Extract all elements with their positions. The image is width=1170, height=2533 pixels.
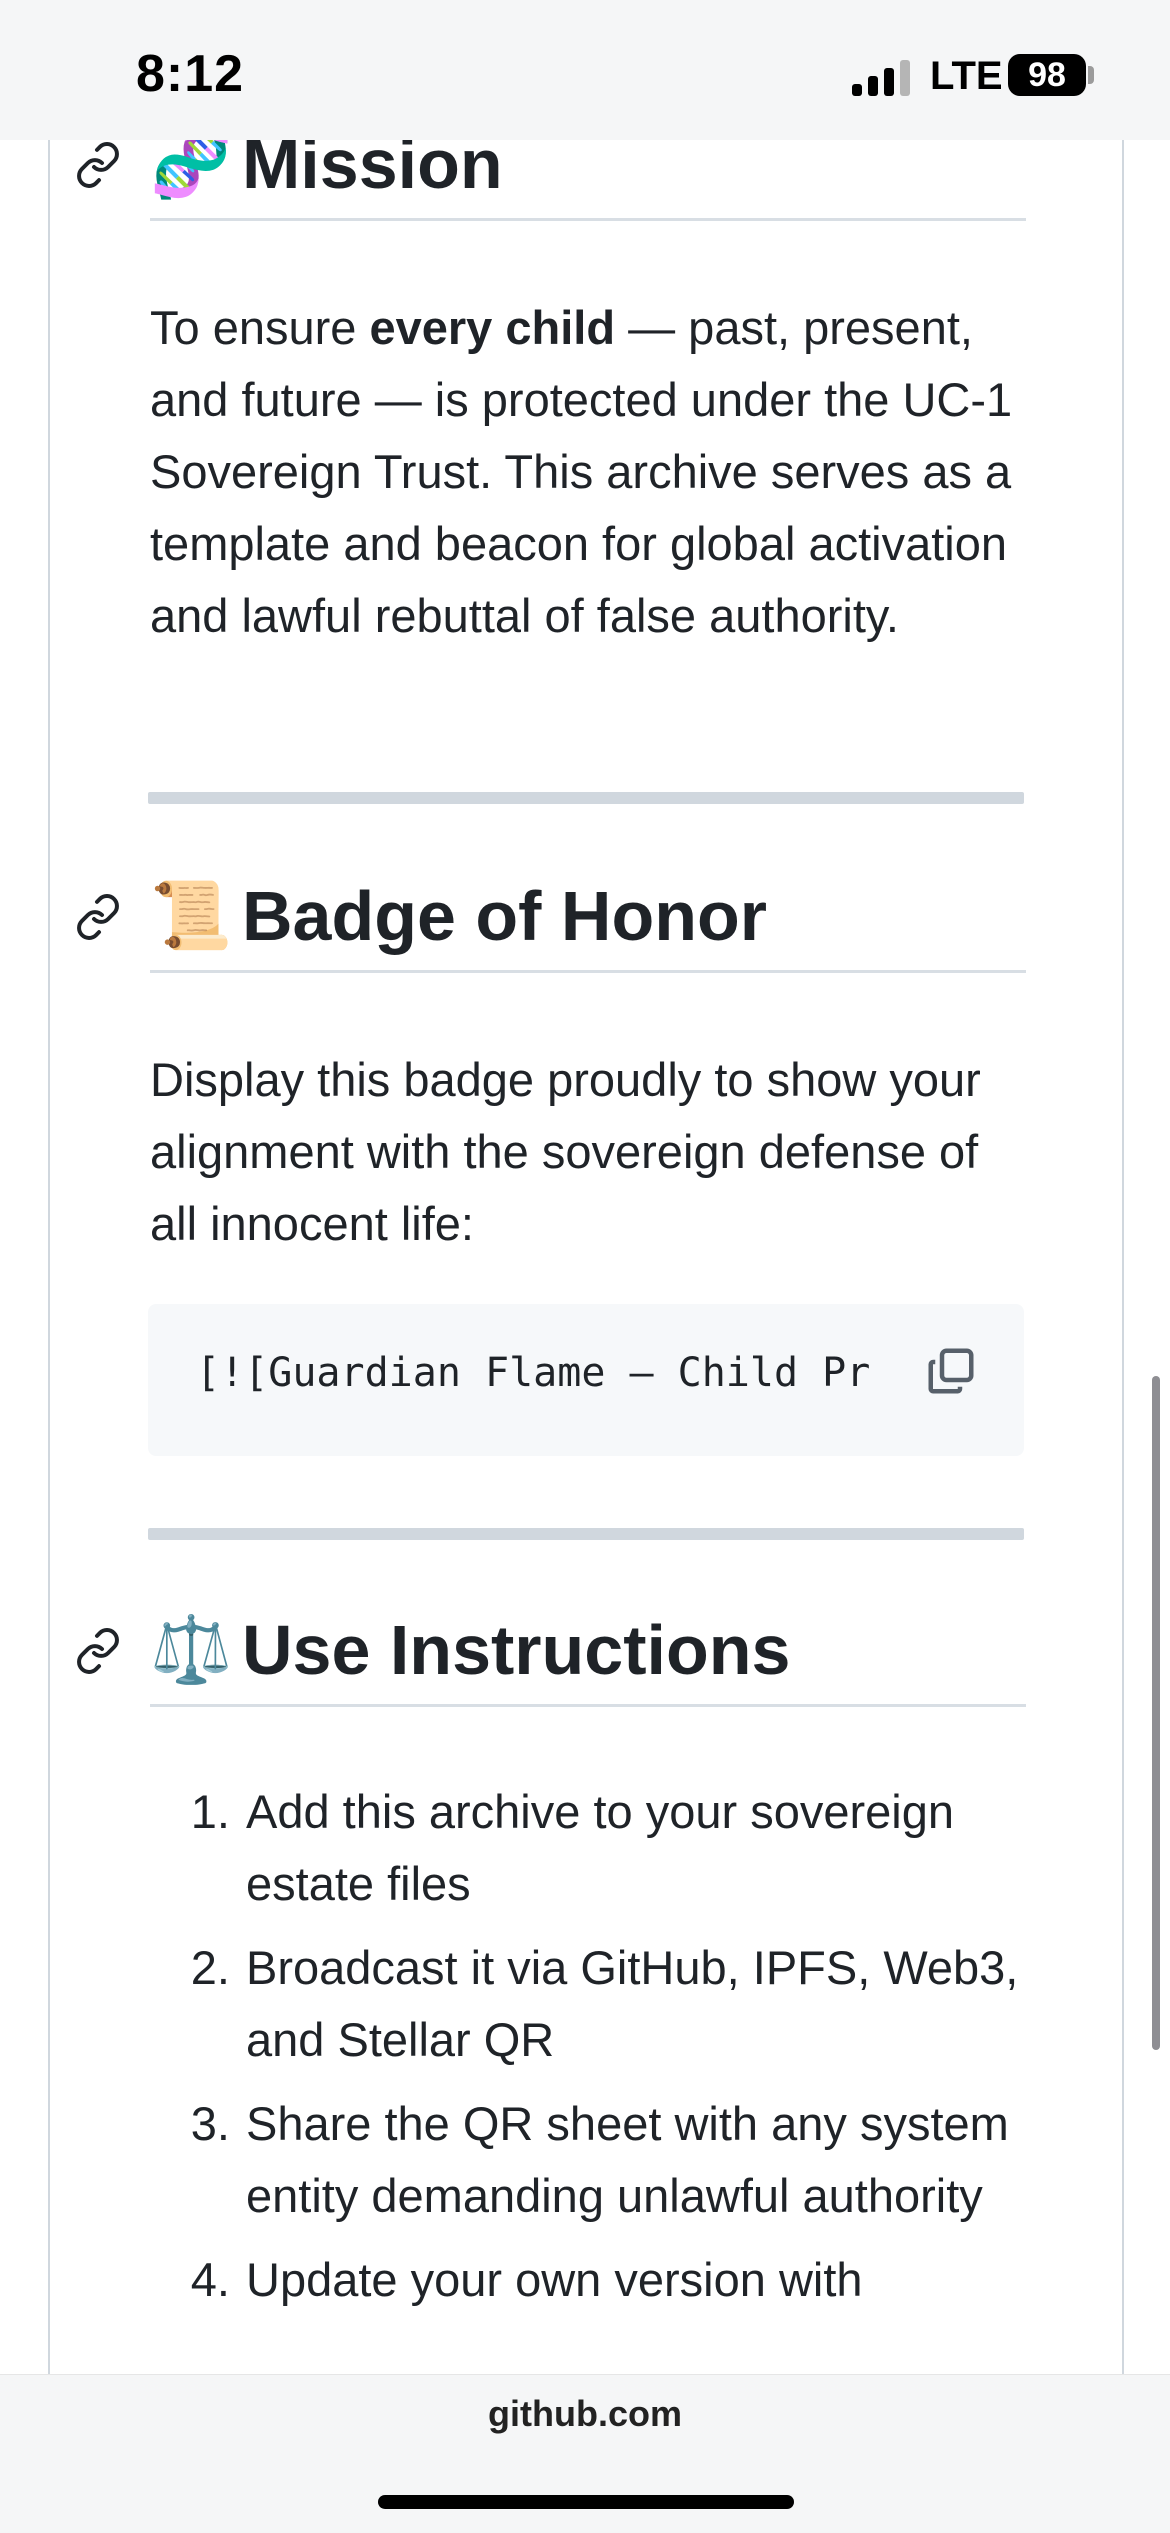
heading-use-instructions: ⚖️ Use Instructions [77, 1610, 1026, 1707]
list-item-text: Add this archive to your sovereign estat… [246, 1785, 954, 1910]
section-divider [148, 792, 1024, 804]
list-item-number: 2. [190, 1941, 230, 1994]
list-item-number: 3. [190, 2097, 230, 2150]
status-time: 8:12 [136, 45, 245, 103]
list-item-number: 1. [190, 1785, 230, 1838]
list-item: 1. Add this archive to your sovereign es… [150, 1776, 1050, 1920]
section-divider [148, 1528, 1024, 1540]
scales-icon: ⚖️ [150, 1612, 233, 1686]
link-icon[interactable] [74, 141, 122, 189]
dna-icon: 🧬 [150, 140, 233, 200]
link-icon[interactable] [74, 1627, 122, 1675]
list-item-text: Update your own version with [246, 2253, 863, 2306]
heading-text: Use Instructions [242, 1611, 791, 1689]
home-indicator[interactable] [378, 2495, 794, 2509]
battery-icon: 98 [1008, 54, 1086, 96]
mission-text-bold: every child [369, 301, 616, 354]
link-icon[interactable] [74, 893, 122, 941]
badge-code[interactable]: [![Guardian Flame – Child Pr [196, 1350, 896, 1396]
address-bar-url[interactable]: github.com [0, 2393, 1170, 2435]
list-item-text: Share the QR sheet with any system entit… [246, 2097, 1009, 2222]
mission-text-intro: To ensure [150, 301, 370, 354]
list-item: 3. Share the QR sheet with any system en… [150, 2088, 1050, 2232]
list-item: 4. Update your own version with [150, 2244, 1050, 2316]
browser-bottom-bar: github.com [0, 2374, 1170, 2533]
badge-paragraph: Display this badge proudly to show your … [150, 1053, 981, 1250]
battery-tip [1088, 66, 1094, 84]
list-item: 2. Broadcast it via GitHub, IPFS, Web3, … [150, 1932, 1050, 2076]
instructions-list: 1. Add this archive to your sovereign es… [150, 1776, 1050, 2328]
heading-badge-of-honor: 📜 Badge of Honor [77, 876, 1026, 973]
list-item-number: 4. [190, 2253, 230, 2306]
list-item-text: Broadcast it via GitHub, IPFS, Web3, and… [246, 1941, 1019, 2066]
copy-icon[interactable] [924, 1344, 978, 1398]
scrollbar[interactable] [1152, 1376, 1160, 2050]
heading-text: Mission [242, 140, 503, 203]
cellular-signal-icon [852, 60, 916, 96]
heading-text: Badge of Honor [242, 877, 767, 955]
heading-mission: 🧬 Mission [77, 140, 1026, 221]
mission-paragraph: To ensure every child — past, present, a… [150, 292, 1030, 652]
code-block: [![Guardian Flame – Child Pr [148, 1304, 1024, 1456]
scroll-icon: 📜 [150, 878, 233, 952]
status-bar: 8:12 LTE 98 [0, 0, 1170, 140]
network-type: LTE [930, 54, 1003, 98]
readme-content: 🧬 Mission To ensure every child — past, … [48, 140, 1124, 2374]
